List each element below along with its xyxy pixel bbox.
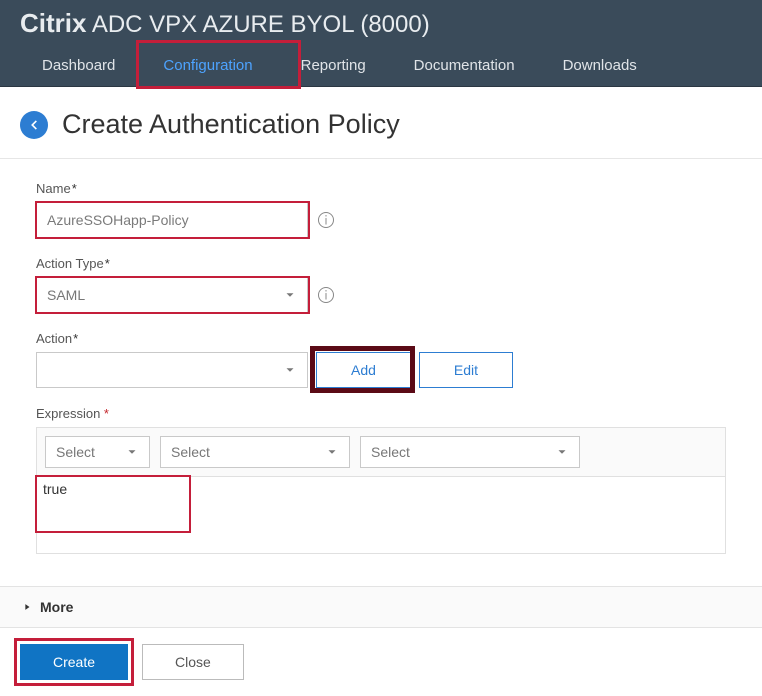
form-area: Name AzureSSOHapp-Policy Action Type SAM… (0, 158, 762, 554)
brand-rest: ADC VPX AZURE BYOL (8000) (86, 11, 429, 38)
nav-tabs: Dashboard Configuration Reporting Docume… (0, 43, 762, 86)
field-action: Action Add Edit (36, 331, 726, 388)
tab-reporting[interactable]: Reporting (277, 43, 390, 86)
more-toggle[interactable]: More (0, 586, 762, 627)
field-name: Name AzureSSOHapp-Policy (36, 181, 726, 238)
tab-dashboard[interactable]: Dashboard (18, 43, 139, 86)
expression-select-1[interactable]: Select (45, 436, 150, 468)
info-icon[interactable] (316, 210, 336, 230)
chevron-down-icon (325, 445, 339, 459)
chevron-down-icon (283, 288, 297, 302)
brand-strong: Citrix (20, 8, 86, 38)
expression-select-2-label: Select (171, 444, 210, 460)
caret-right-icon (22, 602, 32, 612)
page-title: Create Authentication Policy (62, 109, 400, 140)
expression-select-2[interactable]: Select (160, 436, 350, 468)
input-name-value: AzureSSOHapp-Policy (47, 212, 189, 228)
select-action-type[interactable]: SAML (36, 277, 308, 313)
tab-downloads[interactable]: Downloads (539, 43, 661, 86)
label-action-type: Action Type (36, 256, 726, 271)
create-button[interactable]: Create (20, 644, 128, 680)
field-expression: Expression Select Select Select true (36, 406, 726, 554)
tab-documentation[interactable]: Documentation (390, 43, 539, 86)
label-action: Action (36, 331, 726, 346)
tab-configuration-label: Configuration (163, 57, 252, 74)
select-action-type-value: SAML (47, 287, 85, 303)
input-name[interactable]: AzureSSOHapp-Policy (36, 202, 308, 238)
expression-selects-row: Select Select Select (36, 427, 726, 476)
app-header: Citrix ADC VPX AZURE BYOL (8000) Dashboa… (0, 0, 762, 87)
chevron-down-icon (283, 363, 297, 377)
chevron-down-icon (555, 445, 569, 459)
expression-select-1-label: Select (56, 444, 95, 460)
brand-title: Citrix ADC VPX AZURE BYOL (8000) (0, 0, 762, 43)
chevron-down-icon (125, 445, 139, 459)
edit-button[interactable]: Edit (419, 352, 513, 388)
page-header: Create Authentication Policy (0, 87, 762, 158)
info-icon[interactable] (316, 285, 336, 305)
label-expression: Expression (36, 406, 726, 421)
expression-select-3-label: Select (371, 444, 410, 460)
back-button[interactable] (20, 111, 48, 139)
expression-textarea[interactable]: true (36, 476, 726, 554)
add-button[interactable]: Add (316, 352, 411, 388)
label-name: Name (36, 181, 726, 196)
field-action-type: Action Type SAML (36, 256, 726, 313)
more-label: More (40, 599, 73, 615)
expression-select-3[interactable]: Select (360, 436, 580, 468)
arrow-left-icon (27, 118, 41, 132)
close-button[interactable]: Close (142, 644, 244, 680)
select-action[interactable] (36, 352, 308, 388)
expression-text-value: true (43, 481, 67, 497)
tab-configuration[interactable]: Configuration (139, 43, 276, 86)
